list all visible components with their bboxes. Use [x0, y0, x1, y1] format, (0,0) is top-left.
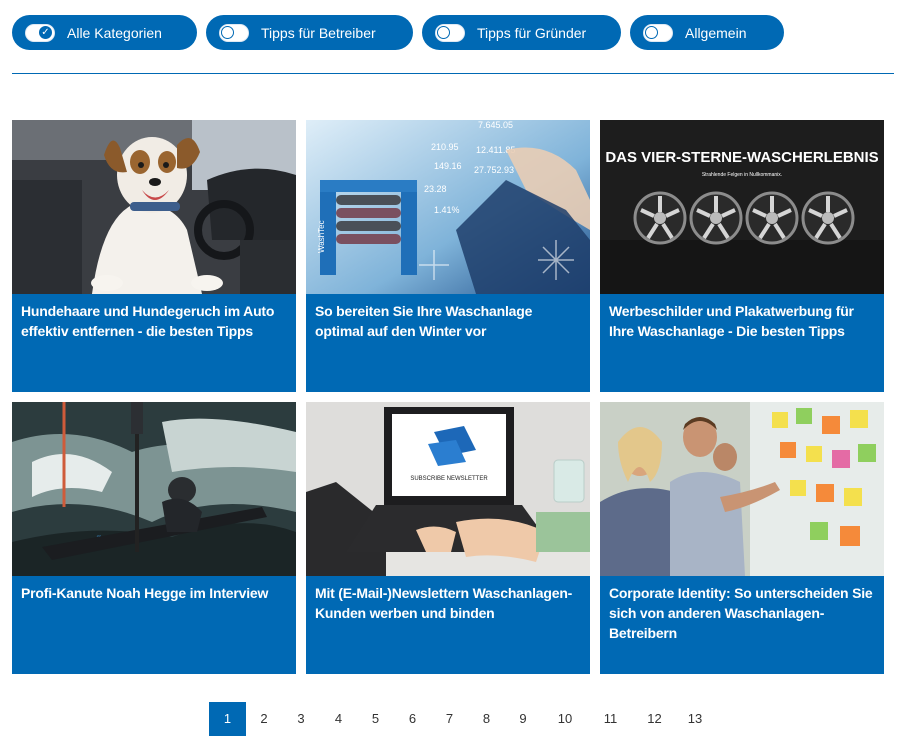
article-title[interactable]: So bereiten Sie Ihre Waschanlage optimal…	[315, 301, 583, 341]
filter-tips-founders[interactable]: Tipps für Gründer	[422, 15, 621, 50]
article-title[interactable]: Hundehaare und Hundegeruch im Auto effek…	[21, 301, 289, 341]
filter-label: Allgemein	[685, 24, 747, 41]
article-image-laptop-newsletter[interactable]: SUBSCRIBE NEWSLETTER	[306, 402, 590, 576]
pagination: 1 2 3 4 5 6 7 8 9 10 11 12 13	[209, 702, 713, 736]
svg-text:23.28: 23.28	[424, 184, 447, 194]
article-card[interactable]: SUBSCRIBE NEWSLETTER Mit (E-Mail-)Newsle…	[306, 402, 590, 674]
article-image-dog-in-car[interactable]	[12, 120, 296, 294]
category-filter-bar: ✓ Alle Kategorien Tipps für Betreiber Ti…	[12, 15, 793, 50]
page-5[interactable]: 5	[357, 702, 394, 736]
svg-text:Strahlende Felgen in Nullkomma: Strahlende Felgen in Nullkommanix.	[702, 172, 782, 178]
article-image-car-wash-winter[interactable]: WashTec 7.645.05 210.95 12.411.85 149.16…	[306, 120, 590, 294]
checkmark-icon: ✓	[38, 24, 53, 40]
article-title[interactable]: Corporate Identity: So unterscheiden Sie…	[609, 583, 877, 643]
page-10[interactable]: 10	[541, 702, 589, 736]
filter-label: Alle Kategorien	[67, 24, 162, 41]
article-image-team-sticky-notes[interactable]	[600, 402, 884, 576]
article-image-kayak-whitewater[interactable]: ~	[12, 402, 296, 576]
washtec-logo-text: WashTec	[317, 220, 326, 253]
page-11[interactable]: 11	[589, 702, 632, 736]
article-title[interactable]: Werbeschilder und Plakatwerbung für Ihre…	[609, 301, 877, 341]
filter-label: Tipps für Betreiber	[261, 24, 376, 41]
toggle-switch-on[interactable]: ✓	[25, 23, 55, 42]
filter-label: Tipps für Gründer	[477, 24, 587, 41]
page-8[interactable]: 8	[468, 702, 505, 736]
svg-text:210.95: 210.95	[431, 142, 459, 152]
article-card[interactable]: DAS VIER-STERNE-WASCHERLEBNIS Strahlende…	[600, 120, 884, 392]
filter-all-categories[interactable]: ✓ Alle Kategorien	[12, 15, 197, 50]
svg-text:1.41%: 1.41%	[434, 205, 460, 215]
page-3[interactable]: 3	[282, 702, 320, 736]
article-card[interactable]: Hundehaare und Hundegeruch im Auto effek…	[12, 120, 296, 392]
article-card[interactable]: WashTec 7.645.05 210.95 12.411.85 149.16…	[306, 120, 590, 392]
article-card[interactable]: Corporate Identity: So unterscheiden Sie…	[600, 402, 884, 674]
page-9[interactable]: 9	[505, 702, 541, 736]
page-2[interactable]: 2	[246, 702, 282, 736]
page-7[interactable]: 7	[431, 702, 468, 736]
toggle-switch-off[interactable]	[435, 23, 465, 42]
article-title[interactable]: Mit (E-Mail-)Newslettern Waschanlagen-Ku…	[315, 583, 583, 623]
article-image-wheel-rims-ad[interactable]: DAS VIER-STERNE-WASCHERLEBNIS Strahlende…	[600, 120, 884, 294]
filter-tips-operators[interactable]: Tipps für Betreiber	[206, 15, 413, 50]
page-12[interactable]: 12	[632, 702, 677, 736]
divider	[12, 73, 894, 74]
svg-text:7.645.05: 7.645.05	[478, 120, 513, 130]
toggle-switch-off[interactable]	[219, 23, 249, 42]
svg-text:SUBSCRIBE NEWSLETTER: SUBSCRIBE NEWSLETTER	[410, 476, 488, 482]
page-1[interactable]: 1	[209, 702, 246, 736]
page-6[interactable]: 6	[394, 702, 431, 736]
filter-general[interactable]: Allgemein	[630, 15, 784, 50]
article-card[interactable]: ~ Profi-Kanute Noah Hegge im Interview	[12, 402, 296, 674]
page-13[interactable]: 13	[677, 702, 713, 736]
svg-text:149.16: 149.16	[434, 161, 462, 171]
svg-text:27.752.93: 27.752.93	[474, 165, 514, 175]
article-title[interactable]: Profi-Kanute Noah Hegge im Interview	[21, 583, 289, 603]
svg-text:DAS VIER-STERNE-WASCHERLEBNIS: DAS VIER-STERNE-WASCHERLEBNIS	[605, 149, 878, 166]
toggle-switch-off[interactable]	[643, 23, 673, 42]
page-4[interactable]: 4	[320, 702, 357, 736]
